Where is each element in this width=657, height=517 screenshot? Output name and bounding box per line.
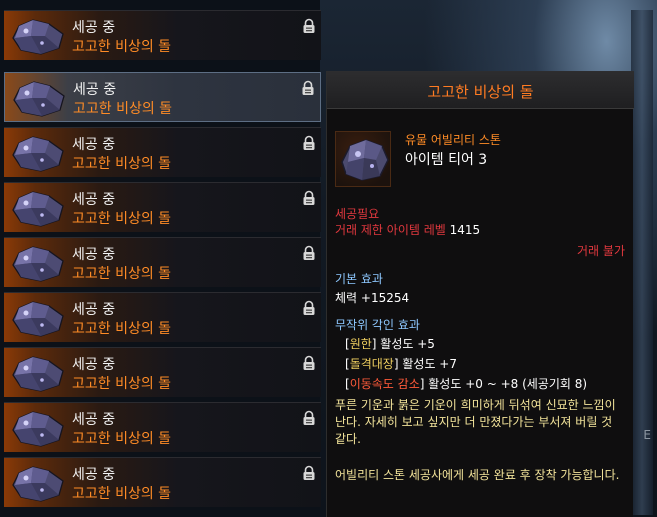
list-item-status: 세공 중 xyxy=(72,20,116,36)
equip-note: 어빌리티 스톤 세공사에게 세공 완료 후 장착 가능합니다. xyxy=(335,468,620,482)
background-partial-text: E xyxy=(643,428,651,442)
tooltip-item-icon xyxy=(335,131,391,187)
gem-stone-icon xyxy=(12,301,64,337)
engraving-line: [이동속도 감소] 활성도 +0 ~ +8 (세공기회 8) xyxy=(345,375,587,392)
list-item[interactable]: 세공 중고고한 비상의 돌 xyxy=(4,402,321,452)
item-tooltip: 고고한 비상의 돌 유물 어빌리티 스톤 아이템 티어 3 세공필요 거래 제한… xyxy=(326,71,634,517)
list-item-name: 고고한 비상의 돌 xyxy=(72,39,172,55)
item-tier: 아이템 티어 3 xyxy=(405,152,488,168)
gem-stone-icon xyxy=(12,356,64,392)
trade-level: 거래 제한 아이템 레벨 1415 xyxy=(335,221,480,238)
random-engrave-label: 무작위 각인 효과 xyxy=(335,318,420,332)
list-item-status: 세공 중 xyxy=(72,467,116,483)
list-item-name: 고고한 비상의 돌 xyxy=(72,431,172,447)
list-item-name: 고고한 비상의 돌 xyxy=(72,211,172,227)
engraving-close-bracket: ] xyxy=(371,337,377,351)
flavor-text: 푸른 기운과 붉은 기운이 희미하게 뒤섞여 신묘한 느낌이 난다. 자세히 보… xyxy=(335,398,616,446)
trade-level-label: 거래 제한 아이템 레벨 xyxy=(335,223,446,237)
gem-stone-icon xyxy=(12,411,64,447)
lock-icon xyxy=(303,135,315,150)
lock-icon xyxy=(303,245,315,260)
tooltip-title: 고고한 비상의 돌 xyxy=(427,83,534,101)
list-item-name: 고고한 비상의 돌 xyxy=(73,101,173,117)
engraving-line: [원한] 활성도 +5 xyxy=(345,335,435,352)
lock-icon xyxy=(303,190,315,205)
gem-stone-icon xyxy=(13,81,65,117)
list-item[interactable]: 세공 중고고한 비상의 돌 xyxy=(4,182,321,232)
lock-icon xyxy=(303,300,315,315)
engraving-close-bracket: ] xyxy=(393,357,399,371)
gem-stone-icon xyxy=(12,136,64,172)
list-item-name: 고고한 비상의 돌 xyxy=(72,266,172,282)
list-item-status: 세공 중 xyxy=(72,357,116,373)
lock-icon xyxy=(303,410,315,425)
tooltip-header: 고고한 비상의 돌 xyxy=(327,71,634,109)
list-item-name: 고고한 비상의 돌 xyxy=(72,156,172,172)
engraving-value: 활성도 +5 xyxy=(380,337,435,351)
gem-stone-icon xyxy=(12,246,64,282)
base-effect-label: 기본 효과 xyxy=(335,272,383,286)
list-item[interactable]: 세공 중고고한 비상의 돌 xyxy=(4,347,321,397)
engraving-name: 돌격대장 xyxy=(349,357,394,371)
list-item[interactable]: 세공 중고고한 비상의 돌 xyxy=(4,10,321,60)
list-item-status: 세공 중 xyxy=(73,82,117,98)
engraving-value: 활성도 +7 xyxy=(402,357,457,371)
list-item-name: 고고한 비상의 돌 xyxy=(72,376,172,392)
lock-icon xyxy=(302,80,314,95)
gem-stone-icon xyxy=(12,466,64,502)
lock-icon xyxy=(303,18,315,33)
engraving-close-bracket: ] xyxy=(419,377,425,391)
list-item-status: 세공 중 xyxy=(72,247,116,263)
engraving-name: 이동속도 감소 xyxy=(349,377,420,391)
list-item[interactable]: 세공 중고고한 비상의 돌 xyxy=(4,127,321,177)
engraving-name: 원한 xyxy=(349,337,372,351)
craft-required: 세공필요 xyxy=(335,207,380,221)
list-item-name: 고고한 비상의 돌 xyxy=(72,321,172,337)
list-item-status: 세공 중 xyxy=(72,412,116,428)
item-kind: 유물 어빌리티 스톤 xyxy=(405,133,501,147)
gem-stone-icon xyxy=(12,191,64,227)
list-item[interactable]: 세공 중고고한 비상의 돌 xyxy=(4,292,321,342)
list-item-status: 세공 중 xyxy=(72,137,116,153)
base-effect-value: 체력 +15254 xyxy=(335,291,410,305)
list-item-status: 세공 중 xyxy=(72,192,116,208)
trade-status: 거래 불가 xyxy=(577,244,625,258)
list-item-name: 고고한 비상의 돌 xyxy=(72,486,172,502)
list-item-status: 세공 중 xyxy=(72,302,116,318)
list-item[interactable]: 세공 중고고한 비상의 돌 xyxy=(4,237,321,287)
list-item[interactable]: 세공 중고고한 비상의 돌 xyxy=(4,72,321,122)
ability-stone-list: 세공 중 고고한 비상의 돌 세공 중 고고한 비상의 돌 세공 중 고고한 비상의 … xyxy=(0,0,321,517)
lock-icon xyxy=(303,355,315,370)
gem-stone-icon xyxy=(12,19,64,55)
gem-stone-icon xyxy=(341,139,389,181)
engraving-line: [돌격대장] 활성도 +7 xyxy=(345,355,457,372)
lock-icon xyxy=(303,465,315,480)
list-item[interactable]: 세공 중고고한 비상의 돌 xyxy=(4,457,321,507)
trade-level-value: 1415 xyxy=(449,223,481,237)
engraving-value: 활성도 +0 ~ +8 (세공기회 8) xyxy=(428,377,588,391)
